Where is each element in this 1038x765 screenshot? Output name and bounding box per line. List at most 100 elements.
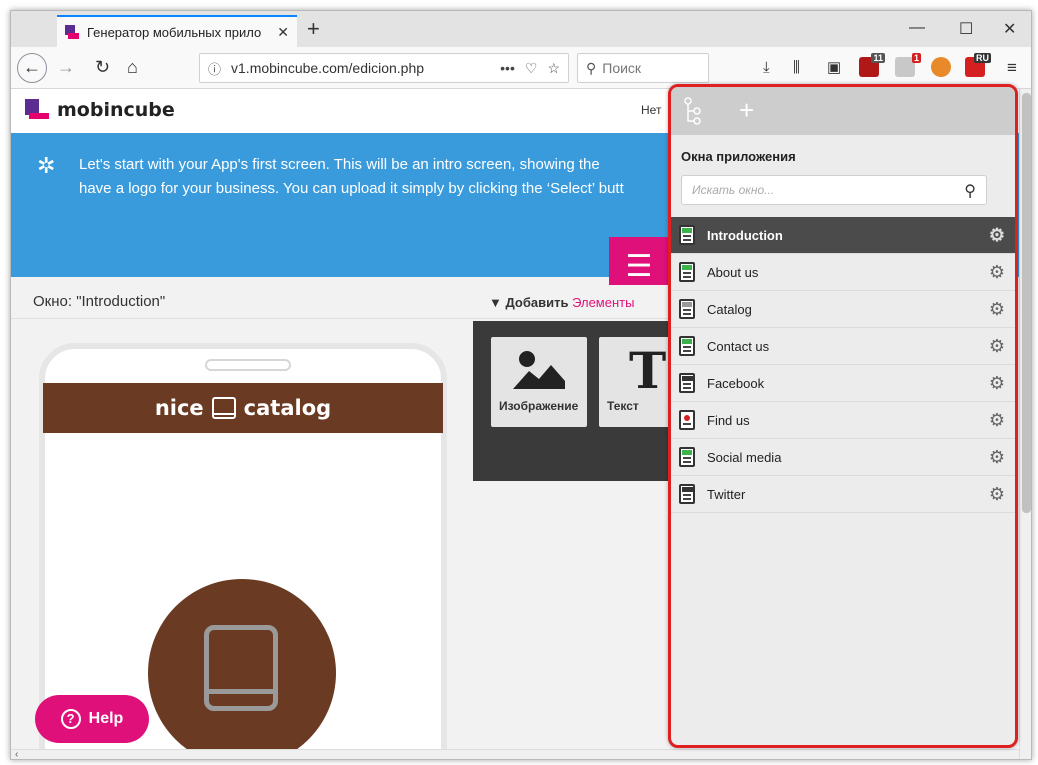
screen-item-label: Facebook — [707, 375, 765, 391]
green-doc-icon — [679, 336, 695, 356]
phone-speaker — [205, 359, 291, 371]
book-icon — [211, 397, 236, 419]
download-icon[interactable]: ⤓ — [763, 59, 770, 77]
list-doc-icon — [679, 299, 695, 319]
home-button[interactable]: ⌂ — [127, 55, 138, 79]
mobincube-favicon-icon — [65, 25, 79, 39]
phone-preview: nice catalog — [39, 343, 447, 749]
window-close-icon[interactable]: ✕ — [1003, 19, 1016, 39]
logo-mark-icon — [25, 99, 51, 121]
gear-icon[interactable]: ⚙ — [989, 262, 1005, 283]
help-button[interactable]: ? Help — [35, 695, 149, 743]
add-elements-toggle[interactable]: ▼ Добавить Элементы — [489, 295, 634, 310]
tab-bar: Генератор мобильных прило ✕ + — ☐ ✕ — [11, 11, 1031, 47]
pocket-icon[interactable]: ♡ — [525, 60, 538, 77]
text-element-tile[interactable]: T Текст — [599, 337, 679, 427]
library-icon[interactable]: ⫼ — [793, 59, 800, 77]
gear-icon[interactable]: ⚙ — [989, 484, 1005, 505]
image-element-tile[interactable]: Изображение — [491, 337, 587, 427]
search-icon: ⚲ — [586, 59, 597, 76]
green-doc-icon — [679, 262, 695, 282]
banner-line-1: Let's start with your App's first screen… — [79, 156, 600, 173]
header-right-text[interactable]: Нет — [641, 103, 661, 117]
screen-item-twitter[interactable]: Twitter ⚙ — [671, 476, 1015, 513]
gear-icon[interactable]: ⚙ — [989, 336, 1005, 357]
screen-item-catalog[interactable]: Catalog ⚙ — [671, 291, 1015, 328]
screen-search-placeholder: Искать окно... — [692, 183, 775, 197]
vertical-scrollbar[interactable] — [1019, 89, 1031, 759]
map-doc-icon — [679, 410, 695, 430]
page-actions-icon[interactable]: ••• — [500, 60, 515, 76]
web-doc-icon — [679, 484, 695, 504]
screen-item-label: Social media — [707, 449, 782, 465]
navigation-bar: ← → ↻ ⌂ ⓘ v1.mobincube.com/edicion.php •… — [11, 47, 1031, 89]
screen-item-facebook[interactable]: Facebook ⚙ — [671, 365, 1015, 402]
minimize-icon[interactable]: — — [909, 19, 925, 37]
add-screen-icon[interactable]: + — [739, 95, 754, 125]
mobincube-logo[interactable]: mobincube — [25, 99, 175, 121]
app-name-left: nice — [154, 396, 204, 420]
screen-item-contact-us[interactable]: Contact us ⚙ — [671, 328, 1015, 365]
monkey-extension-icon[interactable] — [931, 57, 951, 77]
web-doc-icon — [679, 373, 695, 393]
url-text[interactable]: v1.mobincube.com/edicion.php — [231, 60, 490, 76]
text-icon: T — [629, 341, 667, 400]
browser-tab[interactable]: Генератор мобильных прило ✕ — [57, 15, 297, 47]
browser-window: Генератор мобильных прило ✕ + — ☐ ✕ ← → … — [10, 10, 1032, 760]
gear-icon[interactable]: ⚙ — [989, 299, 1005, 320]
logo-text: mobincube — [57, 99, 175, 121]
sidebar-icon[interactable]: ▣ — [827, 59, 841, 77]
screen-label: Окно: "Introduction" — [33, 293, 166, 310]
screen-item-label: Twitter — [707, 486, 746, 502]
screen-item-find-us[interactable]: Find us ⚙ — [671, 402, 1015, 439]
forward-button[interactable]: → — [57, 55, 75, 79]
help-question-icon: ? — [60, 709, 81, 729]
screen-item-social-media[interactable]: Social media ⚙ — [671, 439, 1015, 476]
reload-button[interactable]: ↻ — [95, 55, 110, 79]
gear-icon[interactable]: ⚙ — [989, 225, 1005, 246]
vertical-scroll-thumb[interactable] — [1022, 93, 1031, 513]
info-icon[interactable]: ⓘ — [208, 59, 221, 78]
magic-wand-icon: ✲ — [37, 153, 56, 178]
screen-item-label: Introduction — [707, 227, 783, 243]
horizontal-scrollbar[interactable]: ‹ — [11, 749, 1019, 759]
screen-list: Introduction ⚙ About us ⚙ Catalog ⚙ Cont… — [671, 217, 1015, 513]
green-doc-icon — [679, 447, 695, 467]
url-bar[interactable]: ⓘ v1.mobincube.com/edicion.php ••• ♡ ☆ — [199, 53, 569, 83]
translate-extension-icon[interactable]: RU — [965, 53, 991, 77]
new-tab-button[interactable]: + — [307, 17, 320, 41]
magnifier-icon[interactable]: ⚲ — [964, 181, 976, 201]
search-placeholder: Поиск — [602, 60, 642, 76]
maximize-icon[interactable]: ☐ — [959, 19, 973, 39]
tree-structure-icon[interactable] — [683, 97, 707, 125]
gear-icon[interactable]: ⚙ — [989, 373, 1005, 394]
logo-circle-image[interactable] — [148, 579, 336, 749]
screen-item-label: Contact us — [707, 338, 770, 354]
banner-text: Let's start with your App's first screen… — [79, 153, 679, 201]
book-placeholder-icon — [204, 625, 278, 711]
app-name-right: catalog — [243, 396, 332, 420]
image-tile-label: Изображение — [499, 399, 579, 413]
screen-item-about-us[interactable]: About us ⚙ — [671, 254, 1015, 291]
screen-item-label: Catalog — [707, 301, 752, 317]
back-button[interactable]: ← — [17, 53, 47, 83]
green-doc-icon — [679, 225, 695, 245]
tab-title: Генератор мобильных прило — [87, 24, 262, 40]
ublock-extension-icon[interactable]: 11 — [859, 53, 885, 77]
search-bar[interactable]: ⚲ Поиск — [577, 53, 709, 83]
gear-icon[interactable]: ⚙ — [989, 447, 1005, 468]
gear-icon[interactable]: ⚙ — [989, 410, 1005, 431]
bookmark-star-icon[interactable]: ☆ — [547, 60, 560, 77]
scroll-left-icon[interactable]: ‹ — [15, 749, 18, 759]
banner-line-2: have a logo for your business. You can u… — [79, 180, 624, 197]
hamburger-menu-icon[interactable]: ≡ — [1007, 59, 1017, 77]
app-screens-panel: + Окна приложения Искать окно... ⚲ Intro… — [668, 84, 1018, 748]
text-tile-label: Текст — [607, 399, 639, 413]
screen-item-introduction[interactable]: Introduction ⚙ — [671, 217, 1015, 254]
screen-search-input[interactable]: Искать окно... ⚲ — [681, 175, 987, 205]
ghostery-extension-icon[interactable]: 1 — [895, 53, 921, 77]
help-label: Help — [88, 710, 124, 727]
app-header[interactable]: nice catalog — [43, 383, 443, 433]
panel-toolbar: + — [671, 87, 1015, 135]
tab-close-icon[interactable]: ✕ — [277, 24, 289, 41]
